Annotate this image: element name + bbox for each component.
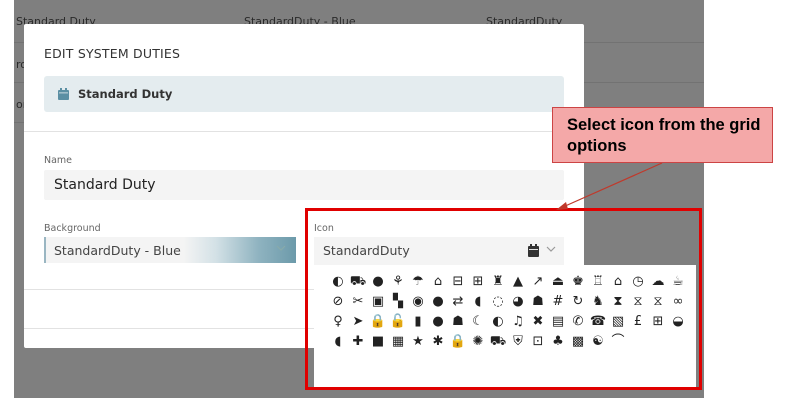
callout-arrow	[556, 162, 663, 210]
callout-box: Select icon from the grid options	[552, 107, 773, 163]
callout-text: Select icon from the grid options	[567, 116, 761, 155]
